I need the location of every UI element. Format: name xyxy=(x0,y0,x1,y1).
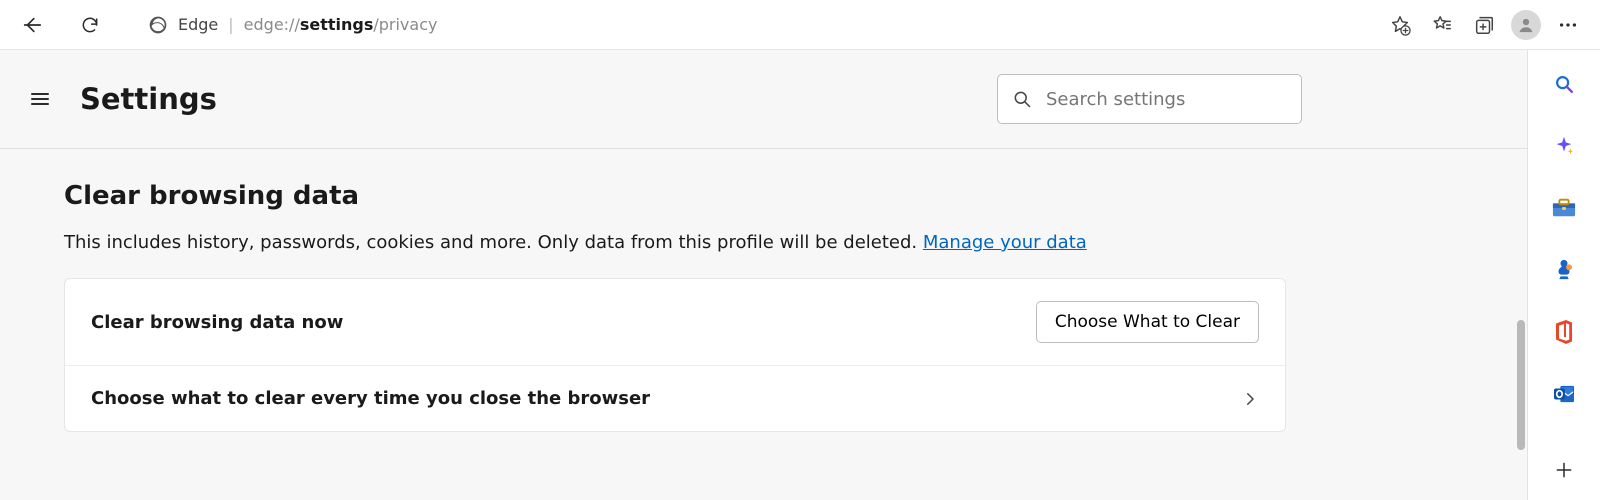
clear-now-label: Clear browsing data now xyxy=(91,312,343,333)
favorites-button[interactable] xyxy=(1422,5,1462,45)
back-button[interactable] xyxy=(12,5,52,45)
section-title: Clear browsing data xyxy=(64,181,1330,211)
sidebar-discover-button[interactable] xyxy=(1550,132,1578,160)
clear-now-row: Clear browsing data now Choose What to C… xyxy=(65,279,1285,365)
sidebar-outlook-button[interactable] xyxy=(1550,380,1578,408)
chevron-right-icon xyxy=(1241,390,1259,408)
address-separator: | xyxy=(228,15,233,34)
page-title: Settings xyxy=(80,82,217,116)
add-favorite-button[interactable] xyxy=(1380,5,1420,45)
clear-browsing-data-section: Clear browsing data This includes histor… xyxy=(0,149,1350,432)
collections-icon xyxy=(1473,14,1495,36)
sidebar-tools-button[interactable] xyxy=(1550,194,1578,222)
sparkle-icon xyxy=(1553,135,1575,157)
more-menu-button[interactable] xyxy=(1548,5,1588,45)
settings-menu-button[interactable] xyxy=(20,79,60,119)
toolbar-actions xyxy=(1380,5,1588,45)
search-icon xyxy=(1553,73,1575,95)
settings-content: Settings Clear browsing data This includ… xyxy=(0,50,1528,500)
clear-on-close-row[interactable]: Choose what to clear every time you clos… xyxy=(65,365,1285,431)
sidebar-search-button[interactable] xyxy=(1550,70,1578,98)
hamburger-icon xyxy=(28,87,52,111)
scrollbar-thumb[interactable] xyxy=(1517,320,1525,450)
settings-header: Settings xyxy=(0,50,1527,149)
edge-logo-icon xyxy=(148,15,168,35)
briefcase-icon xyxy=(1552,198,1576,218)
section-description: This includes history, passwords, cookie… xyxy=(64,229,1330,256)
site-identity-label: Edge xyxy=(178,15,218,34)
more-horizontal-icon xyxy=(1557,14,1579,36)
arrow-left-icon xyxy=(21,14,43,36)
avatar-icon xyxy=(1511,10,1541,40)
collections-button[interactable] xyxy=(1464,5,1504,45)
outlook-icon xyxy=(1553,384,1575,404)
search-icon xyxy=(1012,89,1032,109)
refresh-button[interactable] xyxy=(70,5,110,45)
choose-what-to-clear-button[interactable]: Choose What to Clear xyxy=(1036,301,1259,343)
sidebar-games-button[interactable] xyxy=(1550,256,1578,284)
refresh-icon xyxy=(80,15,100,35)
settings-search[interactable] xyxy=(997,74,1302,124)
url-text: edge://settings/privacy xyxy=(244,15,438,34)
settings-search-input[interactable] xyxy=(1046,89,1287,110)
chess-piece-icon xyxy=(1553,259,1575,281)
edge-sidebar xyxy=(1528,50,1600,500)
clear-data-card: Clear browsing data now Choose What to C… xyxy=(64,278,1286,432)
profile-button[interactable] xyxy=(1506,5,1546,45)
star-lines-icon xyxy=(1431,14,1453,36)
plus-icon xyxy=(1554,460,1574,480)
browser-toolbar: Edge | edge://settings/privacy xyxy=(0,0,1600,50)
sidebar-add-button[interactable] xyxy=(1550,456,1578,484)
star-plus-icon xyxy=(1389,14,1411,36)
address-bar[interactable]: Edge | edge://settings/privacy xyxy=(132,7,1368,43)
clear-on-close-label: Choose what to clear every time you clos… xyxy=(91,388,650,409)
sidebar-office-button[interactable] xyxy=(1550,318,1578,346)
office-icon xyxy=(1554,320,1574,344)
manage-your-data-link[interactable]: Manage your data xyxy=(923,232,1087,253)
